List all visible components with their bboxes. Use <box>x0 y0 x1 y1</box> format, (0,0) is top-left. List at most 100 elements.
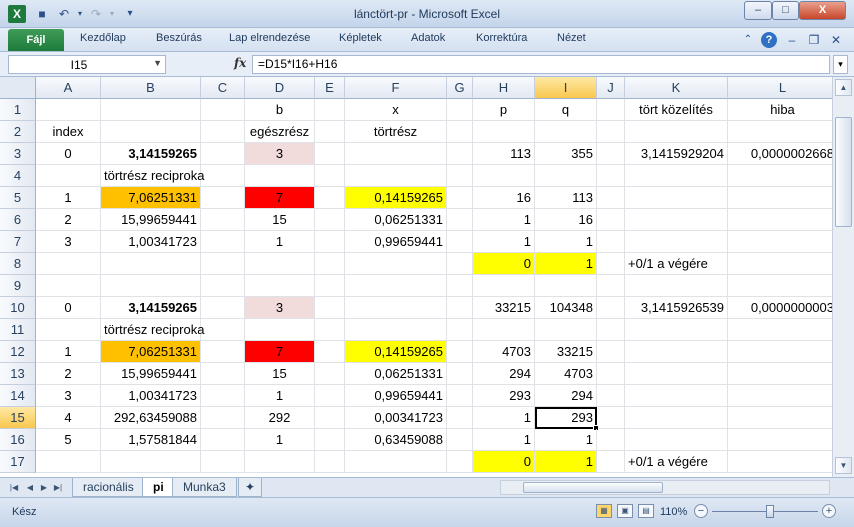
column-header-e[interactable]: E <box>315 77 345 99</box>
cell-k5[interactable] <box>625 187 728 209</box>
row-header-13[interactable]: 13 <box>0 363 36 385</box>
cell-d6[interactable]: 15 <box>245 209 315 231</box>
cell-f15[interactable]: 0,00341723 <box>345 407 447 429</box>
row-header-12[interactable]: 12 <box>0 341 36 363</box>
cell-b12[interactable]: 7,06251331 <box>101 341 201 363</box>
cell-l8[interactable] <box>728 253 838 275</box>
cell-f9[interactable] <box>345 275 447 297</box>
cell-e17[interactable] <box>315 451 345 473</box>
zoom-out-icon[interactable]: − <box>694 504 708 518</box>
tab-view[interactable]: Nézet <box>557 32 586 44</box>
row-header-14[interactable]: 14 <box>0 385 36 407</box>
name-box[interactable]: I15 ▼ <box>8 55 166 74</box>
cell-e8[interactable] <box>315 253 345 275</box>
cell-e1[interactable] <box>315 99 345 121</box>
cell-d4[interactable] <box>245 165 315 187</box>
cell-k1[interactable]: tört közelítés <box>625 99 728 121</box>
formula-input[interactable]: =D15*I16+H16 <box>252 55 830 74</box>
cell-j16[interactable] <box>597 429 625 451</box>
prev-sheet-icon[interactable]: ◀ <box>24 481 36 495</box>
cell-j3[interactable] <box>597 143 625 165</box>
row-header-2[interactable]: 2 <box>0 121 36 143</box>
cell-d10[interactable]: 3 <box>245 297 315 319</box>
cell-b10[interactable]: 3,14159265 <box>101 297 201 319</box>
chevron-down-icon[interactable]: ▼ <box>153 58 162 68</box>
cell-j12[interactable] <box>597 341 625 363</box>
row-header-5[interactable]: 5 <box>0 187 36 209</box>
cell-i7[interactable]: 1 <box>535 231 597 253</box>
sheet-tab-munka3[interactable]: Munka3 <box>172 478 237 497</box>
cell-c17[interactable] <box>201 451 245 473</box>
cell-h2[interactable] <box>473 121 535 143</box>
column-header-g[interactable]: G <box>447 77 473 99</box>
cell-g1[interactable] <box>447 99 473 121</box>
cell-e5[interactable] <box>315 187 345 209</box>
cell-e6[interactable] <box>315 209 345 231</box>
cell-i5[interactable]: 113 <box>535 187 597 209</box>
cell-j7[interactable] <box>597 231 625 253</box>
cell-c5[interactable] <box>201 187 245 209</box>
cell-h10[interactable]: 33215 <box>473 297 535 319</box>
cell-a6[interactable]: 2 <box>36 209 101 231</box>
cell-l4[interactable] <box>728 165 838 187</box>
cell-a4[interactable] <box>36 165 101 187</box>
cell-l2[interactable] <box>728 121 838 143</box>
cell-k3[interactable]: 3,1415929204 <box>625 143 728 165</box>
last-sheet-icon[interactable]: ▶| <box>52 481 64 495</box>
cell-a14[interactable]: 3 <box>36 385 101 407</box>
cell-g17[interactable] <box>447 451 473 473</box>
cell-k17[interactable]: +0/1 a végére <box>625 451 728 473</box>
cell-i16[interactable]: 1 <box>535 429 597 451</box>
cell-b3[interactable]: 3,14159265 <box>101 143 201 165</box>
column-header-f[interactable]: F <box>345 77 447 99</box>
cell-f8[interactable] <box>345 253 447 275</box>
cell-b13[interactable]: 15,99659441 <box>101 363 201 385</box>
spreadsheet-grid[interactable]: A B C D E F G H I J K L 1 2 3 4 5 6 7 8 9 10 11 12 13 14 15 16 17 b x p… <box>0 77 854 477</box>
cell-f5[interactable]: 0,14159265 <box>345 187 447 209</box>
cell-b11[interactable]: törtrész reciproka <box>101 319 204 341</box>
cell-k14[interactable] <box>625 385 728 407</box>
cell-g2[interactable] <box>447 121 473 143</box>
zoom-slider[interactable] <box>712 511 818 512</box>
cell-i1[interactable]: q <box>535 99 597 121</box>
cell-l15[interactable] <box>728 407 838 429</box>
cell-k6[interactable] <box>625 209 728 231</box>
cell-f16[interactable]: 0,63459088 <box>345 429 447 451</box>
page-layout-view-icon[interactable]: ▣ <box>617 504 633 518</box>
cell-a15[interactable]: 4 <box>36 407 101 429</box>
cell-e11[interactable] <box>315 319 345 341</box>
cell-g5[interactable] <box>447 187 473 209</box>
cell-i17[interactable]: 1 <box>535 451 597 473</box>
vertical-scrollbar[interactable]: ▲ ▼ <box>832 77 854 477</box>
cell-e7[interactable] <box>315 231 345 253</box>
cell-h16[interactable]: 1 <box>473 429 535 451</box>
tab-data[interactable]: Adatok <box>411 32 445 44</box>
cell-b4[interactable]: törtrész reciproka <box>101 165 204 187</box>
column-header-h[interactable]: H <box>473 77 535 99</box>
cell-l16[interactable] <box>728 429 838 451</box>
cell-b5[interactable]: 7,06251331 <box>101 187 201 209</box>
column-header-i[interactable]: I <box>535 77 597 99</box>
cell-b14[interactable]: 1,00341723 <box>101 385 201 407</box>
cell-b9[interactable] <box>101 275 201 297</box>
cell-h11[interactable] <box>473 319 535 341</box>
cell-d13[interactable]: 15 <box>245 363 315 385</box>
cell-j10[interactable] <box>597 297 625 319</box>
cell-k8[interactable]: +0/1 a végére <box>625 253 728 275</box>
cell-h15[interactable]: 1 <box>473 407 535 429</box>
cell-e14[interactable] <box>315 385 345 407</box>
tab-review[interactable]: Korrektúra <box>476 32 527 44</box>
cell-i15[interactable]: 293 <box>535 407 597 429</box>
cell-h4[interactable] <box>473 165 535 187</box>
cell-e15[interactable] <box>315 407 345 429</box>
cell-a1[interactable] <box>36 99 101 121</box>
row-header-1[interactable]: 1 <box>0 99 36 121</box>
cell-b7[interactable]: 1,00341723 <box>101 231 201 253</box>
zoom-slider-thumb[interactable] <box>766 505 775 518</box>
cell-i12[interactable]: 33215 <box>535 341 597 363</box>
cell-j8[interactable] <box>597 253 625 275</box>
cell-c16[interactable] <box>201 429 245 451</box>
row-header-16[interactable]: 16 <box>0 429 36 451</box>
cell-l13[interactable] <box>728 363 838 385</box>
column-header-j[interactable]: J <box>597 77 625 99</box>
